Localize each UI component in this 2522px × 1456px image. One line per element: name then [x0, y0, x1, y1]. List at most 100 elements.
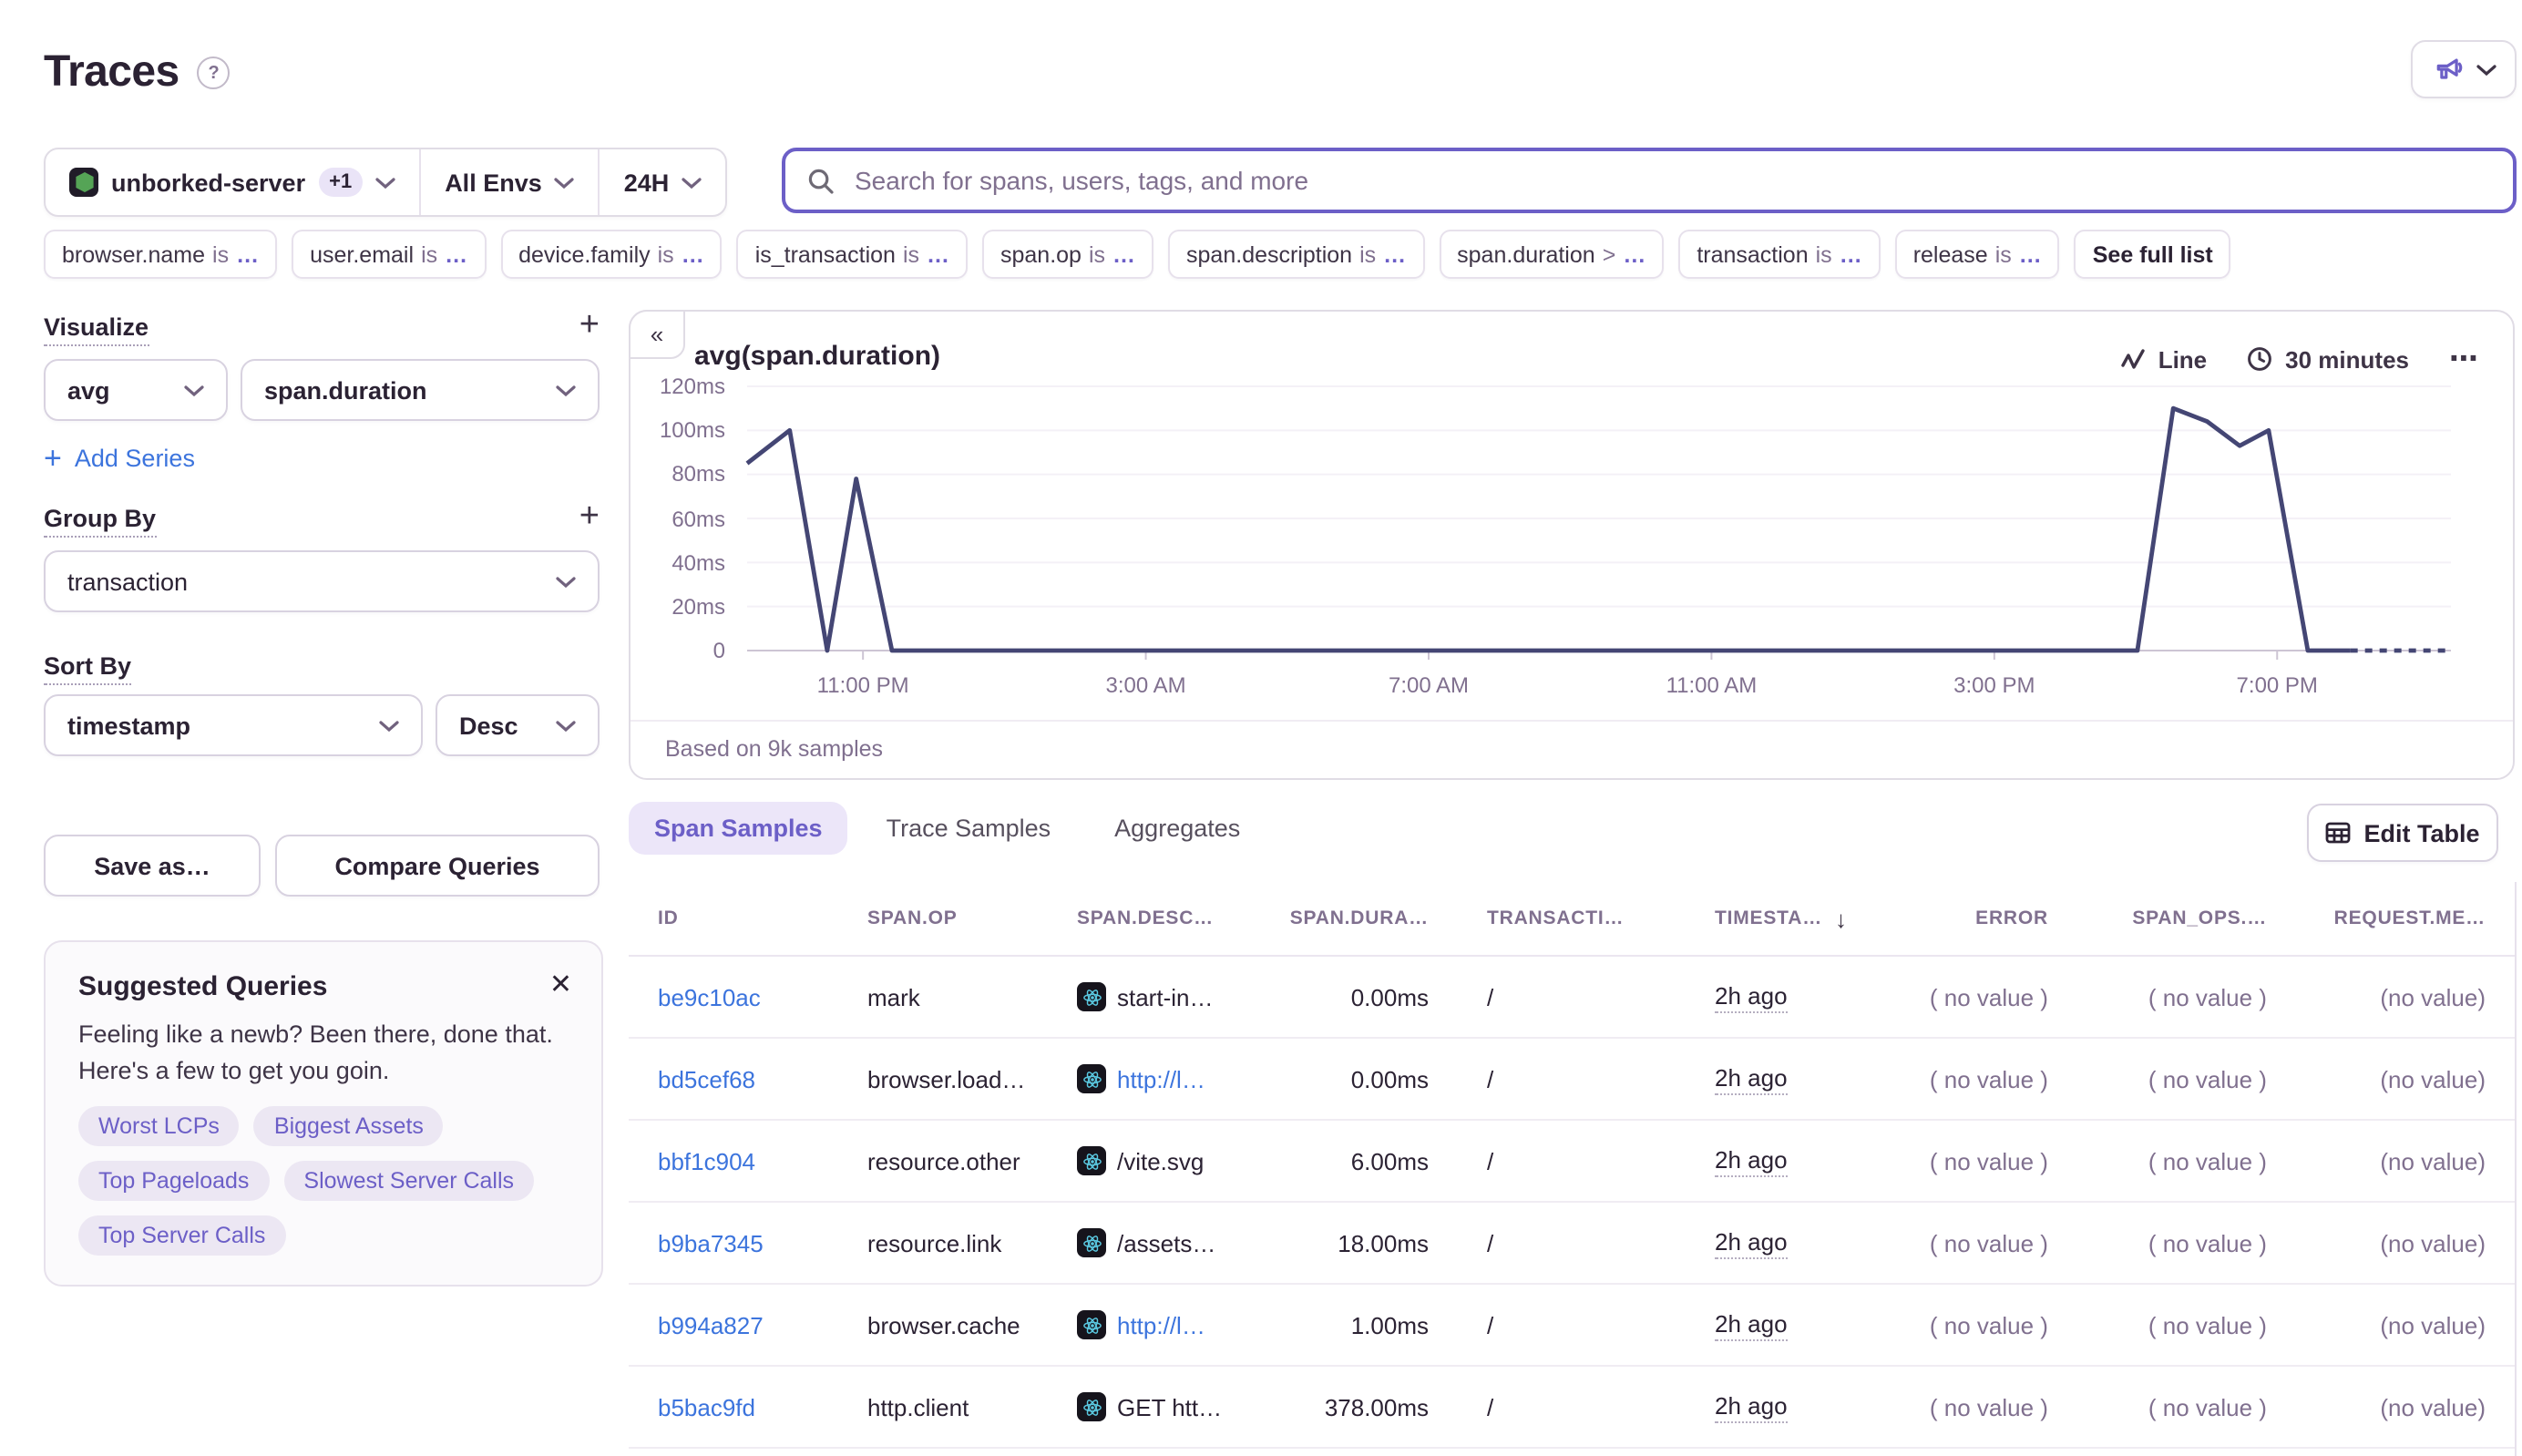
- metric-select[interactable]: span.duration: [241, 359, 600, 421]
- cell-span-description: GET htt…: [1048, 1392, 1266, 1421]
- suggested-query-pill[interactable]: Worst LCPs: [78, 1106, 240, 1146]
- see-full-list-chip[interactable]: See full list: [2075, 230, 2231, 279]
- transaction-value: /: [1487, 1229, 1493, 1256]
- column-header-spandesc[interactable]: SPAN.DESC…: [1048, 907, 1266, 929]
- suggested-query-pill[interactable]: Biggest Assets: [254, 1106, 444, 1146]
- column-header-error[interactable]: ERROR: [1895, 907, 2077, 929]
- filter-chip[interactable]: releaseis…: [1895, 230, 2060, 279]
- cell-span-duration: 0.00ms: [1266, 1065, 1458, 1092]
- column-header-timesta[interactable]: TIMESTA…↓: [1686, 905, 1895, 932]
- filter-chip[interactable]: device.familyis…: [500, 230, 723, 279]
- suggested-query-pill[interactable]: Slowest Server Calls: [283, 1161, 534, 1201]
- error-value: ( no value ): [1930, 1311, 2048, 1338]
- help-icon[interactable]: ?: [198, 56, 231, 89]
- column-header-id[interactable]: ID: [629, 907, 838, 929]
- cell-span-description: http://l…: [1048, 1310, 1266, 1339]
- chip-value: …: [236, 241, 259, 267]
- span-id-link[interactable]: b5bac9fd: [658, 1393, 755, 1420]
- environment-selector[interactable]: All Envs: [421, 149, 599, 215]
- span-ops-value: ( no value ): [2148, 1229, 2267, 1256]
- traces-page: Traces ? unborked-server +1 All Envs: [0, 0, 2522, 1456]
- whats-new-button[interactable]: [2411, 40, 2517, 98]
- tab-span-samples[interactable]: Span Samples: [629, 802, 848, 855]
- filter-chip[interactable]: is_transactionis…: [737, 230, 968, 279]
- filter-chip[interactable]: user.emailis…: [292, 230, 486, 279]
- timestamp-value[interactable]: 2h ago: [1715, 981, 1788, 1012]
- y-axis-label: 80ms: [634, 462, 725, 487]
- table-row[interactable]: b5bac9fdhttp.clientGET htt…378.00ms/2h a…: [629, 1367, 2515, 1449]
- react-platform-icon: [1077, 1310, 1106, 1339]
- save-as-button[interactable]: Save as…: [44, 835, 261, 897]
- search-input[interactable]: [851, 164, 2491, 197]
- span-id-link[interactable]: bbf1c904: [658, 1147, 755, 1174]
- table-row[interactable]: bbf1c904resource.other/vite.svg6.00ms/2h…: [629, 1121, 2515, 1203]
- span-id-link[interactable]: be9c10ac: [658, 983, 761, 1010]
- suggested-query-pill[interactable]: Top Server Calls: [78, 1215, 285, 1256]
- collapse-sidebar-button[interactable]: «: [629, 310, 685, 359]
- add-series-button[interactable]: + Add Series: [44, 443, 195, 474]
- table-row[interactable]: b994a827browser.cachehttp://l…1.00ms/2h …: [629, 1285, 2515, 1367]
- filter-chip[interactable]: browser.nameis…: [44, 230, 277, 279]
- column-header-requestme[interactable]: REQUEST.ME…: [2296, 907, 2515, 929]
- column-header-transacti[interactable]: TRANSACTI…: [1458, 907, 1686, 929]
- chart-interval-label: 30 minutes: [2285, 345, 2409, 373]
- tab-trace-samples[interactable]: Trace Samples: [861, 802, 1077, 855]
- request-method-value: (no value): [2380, 983, 2486, 1010]
- table-row[interactable]: b41bfb26resource.ifra…https://…276.00ms/…: [629, 1449, 2515, 1456]
- column-header-spanop[interactable]: SPAN.OP: [838, 907, 1048, 929]
- span-id-link[interactable]: bd5cef68: [658, 1065, 755, 1092]
- timestamp-value[interactable]: 2h ago: [1715, 1309, 1788, 1340]
- span-description-value[interactable]: http://l…: [1117, 1311, 1205, 1338]
- x-axis-label: 11:00 PM: [817, 672, 909, 698]
- filter-chip[interactable]: span.duration>…: [1439, 230, 1664, 279]
- close-icon[interactable]: ✕: [549, 971, 572, 999]
- edit-table-button[interactable]: Edit Table: [2307, 804, 2498, 862]
- chart-interval-control[interactable]: 30 minutes: [2247, 345, 2409, 373]
- sort-direction-select[interactable]: Desc: [436, 694, 600, 756]
- cell-span-ops: ( no value ): [2077, 1311, 2296, 1338]
- aggregate-select[interactable]: avg: [44, 359, 228, 421]
- timestamp-value[interactable]: 2h ago: [1715, 1145, 1788, 1176]
- timestamp-value[interactable]: 2h ago: [1715, 1063, 1788, 1094]
- suggested-query-pills: Worst LCPs Biggest Assets Top Pageloads Slo…: [78, 1106, 569, 1256]
- suggested-query-pill[interactable]: Top Pageloads: [78, 1161, 269, 1201]
- group-by-value: transaction: [67, 568, 188, 595]
- cell-request-method: (no value): [2296, 1393, 2515, 1420]
- column-header-label: ID: [658, 907, 679, 929]
- project-selector[interactable]: unborked-server +1: [46, 149, 419, 215]
- span-id-link[interactable]: b994a827: [658, 1311, 764, 1338]
- cell-request-method: (no value): [2296, 1065, 2515, 1092]
- add-visualize-icon[interactable]: +: [579, 308, 600, 343]
- span-id-link[interactable]: b9ba7345: [658, 1229, 764, 1256]
- span-description-value[interactable]: http://l…: [1117, 1065, 1205, 1092]
- group-by-select[interactable]: transaction: [44, 550, 600, 612]
- chip-key: span.op: [1000, 241, 1082, 267]
- chip-operator: is: [1816, 241, 1832, 267]
- chart-title: avg(span.duration): [694, 341, 940, 372]
- table-row[interactable]: be9c10acmarkstart-in…0.00ms/2h ago( no v…: [629, 957, 2515, 1039]
- timestamp-value[interactable]: 2h ago: [1715, 1391, 1788, 1422]
- x-axis-label: 11:00 AM: [1666, 672, 1758, 698]
- samples-footnote: Based on 9k samples: [665, 736, 883, 762]
- table-row[interactable]: bd5cef68browser.load…http://l…0.00ms/2h …: [629, 1039, 2515, 1121]
- compare-queries-button[interactable]: Compare Queries: [275, 835, 600, 897]
- timestamp-value[interactable]: 2h ago: [1715, 1227, 1788, 1258]
- result-tabs: Span SamplesTrace SamplesAggregates: [629, 802, 1266, 855]
- filter-chip[interactable]: span.opis…: [982, 230, 1153, 279]
- column-header-spandura[interactable]: SPAN.DURA…: [1266, 907, 1458, 929]
- cell-span-duration: 0.00ms: [1266, 983, 1458, 1010]
- column-header-spanops[interactable]: SPAN_OPS.…: [2077, 907, 2296, 929]
- filter-chip[interactable]: span.descriptionis…: [1168, 230, 1424, 279]
- tab-aggregates[interactable]: Aggregates: [1089, 802, 1266, 855]
- filter-chip[interactable]: transactionis…: [1678, 230, 1880, 279]
- line-chart: [740, 372, 2475, 685]
- date-range-selector[interactable]: 24H: [600, 149, 726, 215]
- sort-desc-icon[interactable]: ↓: [1835, 905, 1848, 932]
- add-group-by-icon[interactable]: +: [579, 499, 600, 534]
- chip-operator: >: [1603, 241, 1616, 267]
- sort-field-select[interactable]: timestamp: [44, 694, 423, 756]
- column-header-label: REQUEST.ME…: [2334, 907, 2486, 929]
- chip-key: span.description: [1186, 241, 1352, 267]
- chart-type-control[interactable]: Line: [2122, 345, 2207, 373]
- table-row[interactable]: b9ba7345resource.link/assets…18.00ms/2h …: [629, 1203, 2515, 1285]
